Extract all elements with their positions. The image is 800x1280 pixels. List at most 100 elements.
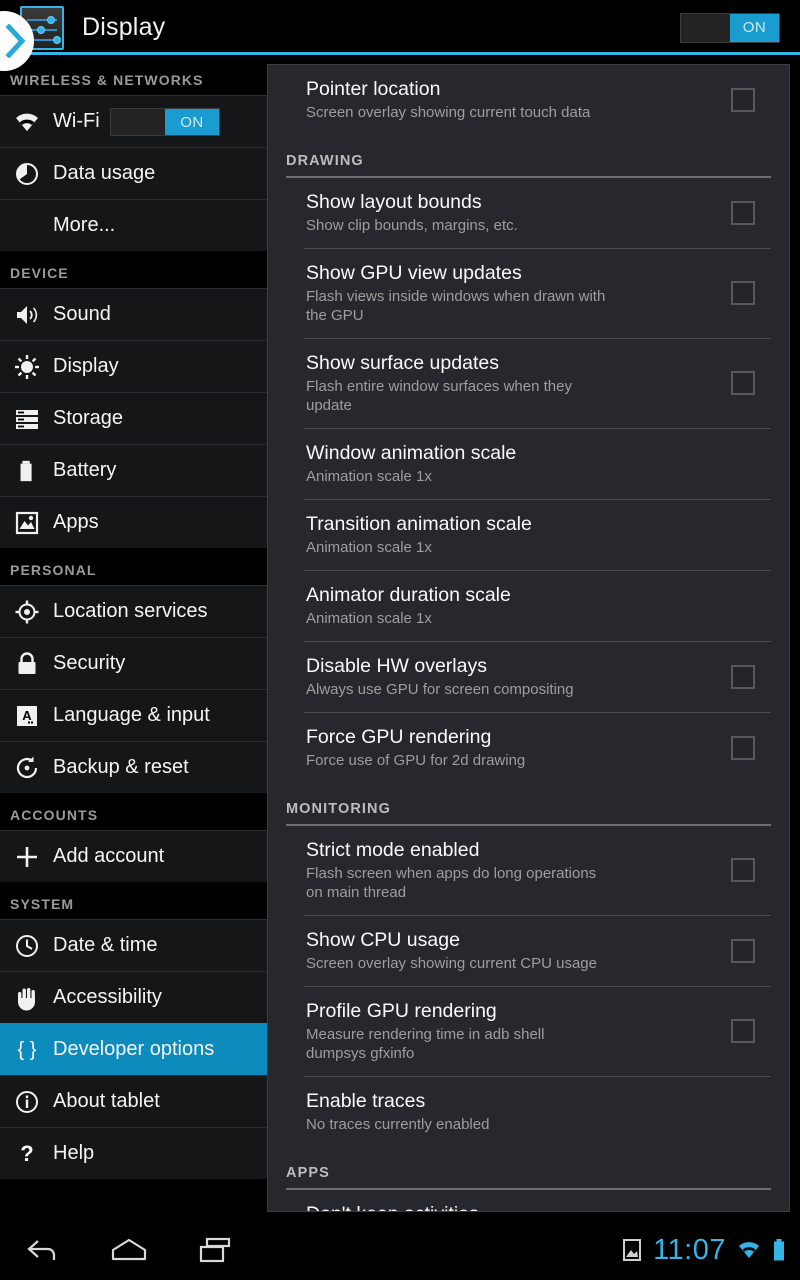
sidebar-item-label: Apps [53, 511, 99, 533]
location-icon [15, 600, 39, 623]
sidebar-item-wi-fi[interactable]: Wi-Fi ON [0, 95, 267, 147]
preference-row[interactable]: Don't keep activitiesDestroy every activ… [304, 1190, 771, 1211]
sidebar-item-display[interactable]: Display [0, 340, 267, 392]
sidebar-item-date-time[interactable]: Date & time [0, 919, 267, 971]
preference-row[interactable]: Show CPU usage Screen overlay showing cur… [304, 915, 771, 986]
preference-text: Transition animation scale Animation scal… [304, 512, 731, 557]
sidebar-item-add-account[interactable]: Add account [0, 830, 267, 882]
sidebar-item-security[interactable]: Security [0, 637, 267, 689]
chevron-right-icon [5, 24, 26, 58]
sidebar-item-developer-options[interactable]: { } Developer options [0, 1023, 267, 1075]
sidebar-section-header: WIRELESS & NETWORKS [0, 58, 267, 95]
preference-summary: Show clip bounds, margins, etc. [306, 217, 518, 234]
preference-checkbox[interactable] [731, 858, 755, 882]
sidebar-item-accessibility[interactable]: Accessibility [0, 971, 267, 1023]
preference-checkbox[interactable] [731, 281, 755, 305]
preference-summary: No traces currently enabled [306, 1116, 490, 1133]
security-lock-icon [18, 651, 36, 674]
preference-summary: Flash entire window surfaces when they u… [306, 378, 572, 414]
preference-summary: Animation scale 1x [306, 468, 432, 485]
preference-text: Force GPU rendering Force use of GPU for … [304, 725, 731, 770]
settings-sidebar[interactable]: WIRELESS & NETWORKS Wi-Fi ON Data usage More… [0, 58, 267, 1218]
preference-summary: Flash screen when apps do long operation… [306, 865, 597, 901]
preference-checkbox[interactable] [731, 87, 755, 112]
system-navigation-bar: 11:07 [0, 1220, 800, 1280]
info-icon [10, 1085, 44, 1119]
preference-text: Window animation scale Animation scale 1x [304, 441, 731, 486]
display-icon [10, 350, 44, 384]
battery-icon [20, 460, 32, 481]
developer-braces-icon: { } [10, 1033, 44, 1067]
preference-summary: Animation scale 1x [306, 539, 432, 556]
sidebar-item-battery[interactable]: Battery [0, 444, 267, 496]
location-icon [10, 595, 44, 629]
sidebar-item-label: Location services [53, 600, 208, 622]
sidebar-item-label: Battery [53, 459, 117, 481]
preference-row[interactable]: Animator duration scale Animation scale 1… [304, 570, 771, 641]
sidebar-item-storage[interactable]: Storage [0, 392, 267, 444]
preference-row[interactable]: Enable traces No traces currently enabled [304, 1076, 771, 1147]
android-settings-screen: Display ON WIRELESS & NETWORKS Wi-Fi ON Dat… [0, 0, 800, 1280]
status-icons[interactable]: 11:07 [621, 1234, 800, 1267]
battery-status-icon [774, 1239, 784, 1261]
sidebar-item-sound[interactable]: Sound [0, 288, 267, 340]
preference-row[interactable]: Strict mode enabled Flash screen when app… [304, 826, 771, 915]
back-button[interactable] [0, 1220, 86, 1280]
sidebar-item-apps[interactable]: Apps [0, 496, 267, 548]
storage-icon [10, 402, 44, 436]
preference-row[interactable]: Show GPU view updates Flash views inside … [304, 248, 771, 338]
display-icon [15, 354, 39, 379]
preference-checkbox[interactable] [731, 371, 755, 395]
master-toggle[interactable]: ON [680, 12, 780, 43]
preference-summary: Always use GPU for screen compositing [306, 681, 574, 698]
preference-text: Enable traces No traces currently enabled [304, 1089, 731, 1134]
accessibility-hand-icon [18, 987, 35, 1010]
sidebar-item-label: Wi-Fi [53, 110, 100, 132]
developer-options-scroll[interactable]: Pointer location Screen overlay showing c… [267, 64, 790, 1212]
preference-checkbox[interactable] [731, 938, 755, 963]
sidebar-item-data-usage[interactable]: Data usage [0, 147, 267, 199]
preference-summary: Screen overlay showing current touch dat… [306, 104, 591, 121]
preference-checkbox[interactable] [731, 664, 755, 689]
preference-title: Profile GPU rendering [306, 1000, 497, 1022]
sidebar-section-header: SYSTEM [0, 882, 267, 919]
preference-title: Transition animation scale [306, 513, 532, 535]
home-icon [111, 1238, 147, 1261]
preference-summary: Force use of GPU for 2d drawing [306, 752, 526, 769]
preference-row[interactable]: Force GPU rendering Force use of GPU for … [304, 712, 771, 783]
preference-group-header: DRAWING [286, 153, 364, 169]
preference-summary: Animation scale 1x [306, 610, 432, 627]
preference-row[interactable]: Transition animation scale Animation scal… [304, 499, 771, 570]
sidebar-item-language-input[interactable]: A Language & input [0, 689, 267, 741]
preference-row[interactable]: Show surface updates Flash entire window … [304, 338, 771, 428]
recent-apps-button[interactable] [172, 1220, 258, 1280]
preference-row[interactable]: Window animation scale Animation scale 1x [304, 428, 771, 499]
backup-reset-icon [10, 751, 44, 785]
sidebar-item-more[interactable]: More... [0, 199, 267, 251]
sidebar-item-backup-reset[interactable]: Backup & reset [0, 741, 267, 793]
preference-checkbox[interactable] [731, 200, 755, 225]
preference-checkbox[interactable] [731, 1019, 755, 1043]
preference-row[interactable]: Pointer location Screen overlay showing c… [304, 65, 771, 135]
preference-text: Show surface updates Flash entire window … [304, 351, 731, 415]
preference-title: Strict mode enabled [306, 839, 480, 861]
preference-row[interactable]: Show layout bounds Show clip bounds, marg… [304, 178, 771, 248]
sidebar-item-label: More... [53, 214, 116, 236]
sidebar-item-about-tablet[interactable]: About tablet [0, 1075, 267, 1127]
sidebar-section-header: ACCOUNTS [0, 793, 267, 830]
preference-group-header: MONITORING [286, 801, 391, 817]
preference-text: Show GPU view updates Flash views inside … [304, 261, 731, 325]
preference-row[interactable]: Profile GPU rendering Measure rendering t… [304, 986, 771, 1076]
recent-apps-icon [199, 1237, 231, 1263]
sidebar-item-location-services[interactable]: Location services [0, 585, 267, 637]
wifi-toggle[interactable]: ON [110, 108, 220, 136]
sidebar-item-help[interactable]: ? Help [0, 1127, 267, 1179]
sidebar-item-label: Storage [53, 407, 124, 429]
sidebar-item-label: About tablet [53, 1090, 160, 1112]
preference-row[interactable]: Disable HW overlays Always use GPU for sc… [304, 641, 771, 712]
home-button[interactable] [86, 1220, 172, 1280]
sidebar-item-label: Add account [53, 845, 165, 867]
backup-reset-icon [16, 756, 38, 778]
preference-title: Enable traces [306, 1090, 426, 1112]
preference-checkbox[interactable] [731, 735, 755, 760]
